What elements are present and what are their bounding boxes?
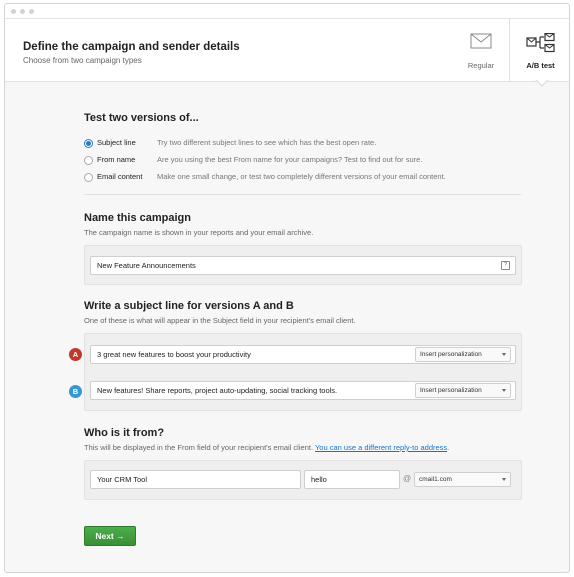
- select-label: Insert personalization: [420, 387, 482, 394]
- test-heading: Test two versions of...: [84, 112, 199, 124]
- personalization-select-b[interactable]: Insert personalization: [415, 383, 511, 398]
- from-well: Your CRM Tool hello @ cmail1.com: [84, 460, 522, 500]
- version-a-badge: A: [69, 348, 82, 361]
- at-symbol: @: [403, 474, 412, 483]
- from-link-suffix: .: [447, 443, 450, 452]
- subject-line-radio[interactable]: [84, 139, 93, 148]
- email-content-radio[interactable]: [84, 173, 93, 182]
- select-label: Insert personalization: [420, 351, 482, 358]
- name-description: The campaign name is shown in your repor…: [84, 228, 314, 237]
- ab-test-button[interactable]: A/B test: [509, 19, 569, 81]
- envelope-icon: [470, 33, 492, 49]
- chevron-down-icon: [502, 478, 506, 481]
- from-email-user-value: hello: [311, 475, 327, 484]
- option-label: Subject line: [97, 138, 136, 147]
- page-header: Define the campaign and sender details C…: [5, 19, 569, 82]
- option-label: Email content: [97, 172, 143, 181]
- ab-split-icon: [525, 33, 555, 53]
- page-title: Define the campaign and sender details: [23, 41, 240, 53]
- from-domain-select[interactable]: cmail1.com: [414, 472, 511, 487]
- name-well: New Feature Announcements ?: [84, 245, 522, 285]
- regular-label: Regular: [467, 61, 495, 70]
- name-heading: Name this campaign: [84, 212, 191, 224]
- ab-test-label: A/B test: [526, 61, 555, 70]
- from-description: This will be displayed in the From field…: [84, 443, 449, 452]
- version-b-badge: B: [69, 385, 82, 398]
- window-dot: [20, 9, 25, 14]
- campaign-name-input[interactable]: New Feature Announcements ?: [90, 256, 516, 275]
- from-name-input[interactable]: Your CRM Tool: [90, 470, 301, 489]
- subject-description: One of these is what will appear in the …: [84, 316, 356, 325]
- option-description: Try two different subject lines to see w…: [157, 138, 377, 147]
- reply-to-link[interactable]: You can use a different reply-to address: [315, 443, 447, 452]
- select-label: cmail1.com: [419, 476, 452, 483]
- from-email-user-input[interactable]: hello: [304, 470, 400, 489]
- chevron-down-icon: [502, 353, 506, 356]
- from-heading: Who is it from?: [84, 427, 165, 439]
- main-content: Test two versions of... Subject line Try…: [5, 81, 569, 572]
- subject-b-value: New features! Share reports, project aut…: [97, 386, 338, 395]
- from-name-radio[interactable]: [84, 156, 93, 165]
- subject-a-value: 3 great new features to boost your produ…: [97, 350, 251, 359]
- personalization-select-a[interactable]: Insert personalization: [415, 347, 511, 362]
- regular-campaign-button[interactable]: Regular: [453, 19, 509, 81]
- option-label: From name: [97, 155, 136, 164]
- window-titlebar: [5, 4, 569, 19]
- from-name-value: Your CRM Tool: [97, 475, 148, 484]
- page-subtitle: Choose from two campaign types: [23, 56, 142, 65]
- chevron-down-icon: [502, 389, 506, 392]
- option-description: Make one small change, or test two compl…: [157, 172, 446, 181]
- subject-heading: Write a subject line for versions A and …: [84, 300, 294, 312]
- section-divider: [84, 194, 521, 195]
- field-helper-icon[interactable]: ?: [501, 261, 510, 270]
- option-description: Are you using the best From name for you…: [157, 155, 423, 164]
- subject-well: 3 great new features to boost your produ…: [84, 333, 522, 411]
- app-window: Define the campaign and sender details C…: [4, 3, 570, 573]
- next-button[interactable]: Next →: [84, 526, 136, 546]
- campaign-name-value: New Feature Announcements: [97, 261, 196, 270]
- window-dot: [11, 9, 16, 14]
- from-description-text: This will be displayed in the From field…: [84, 443, 314, 452]
- window-dot: [29, 9, 34, 14]
